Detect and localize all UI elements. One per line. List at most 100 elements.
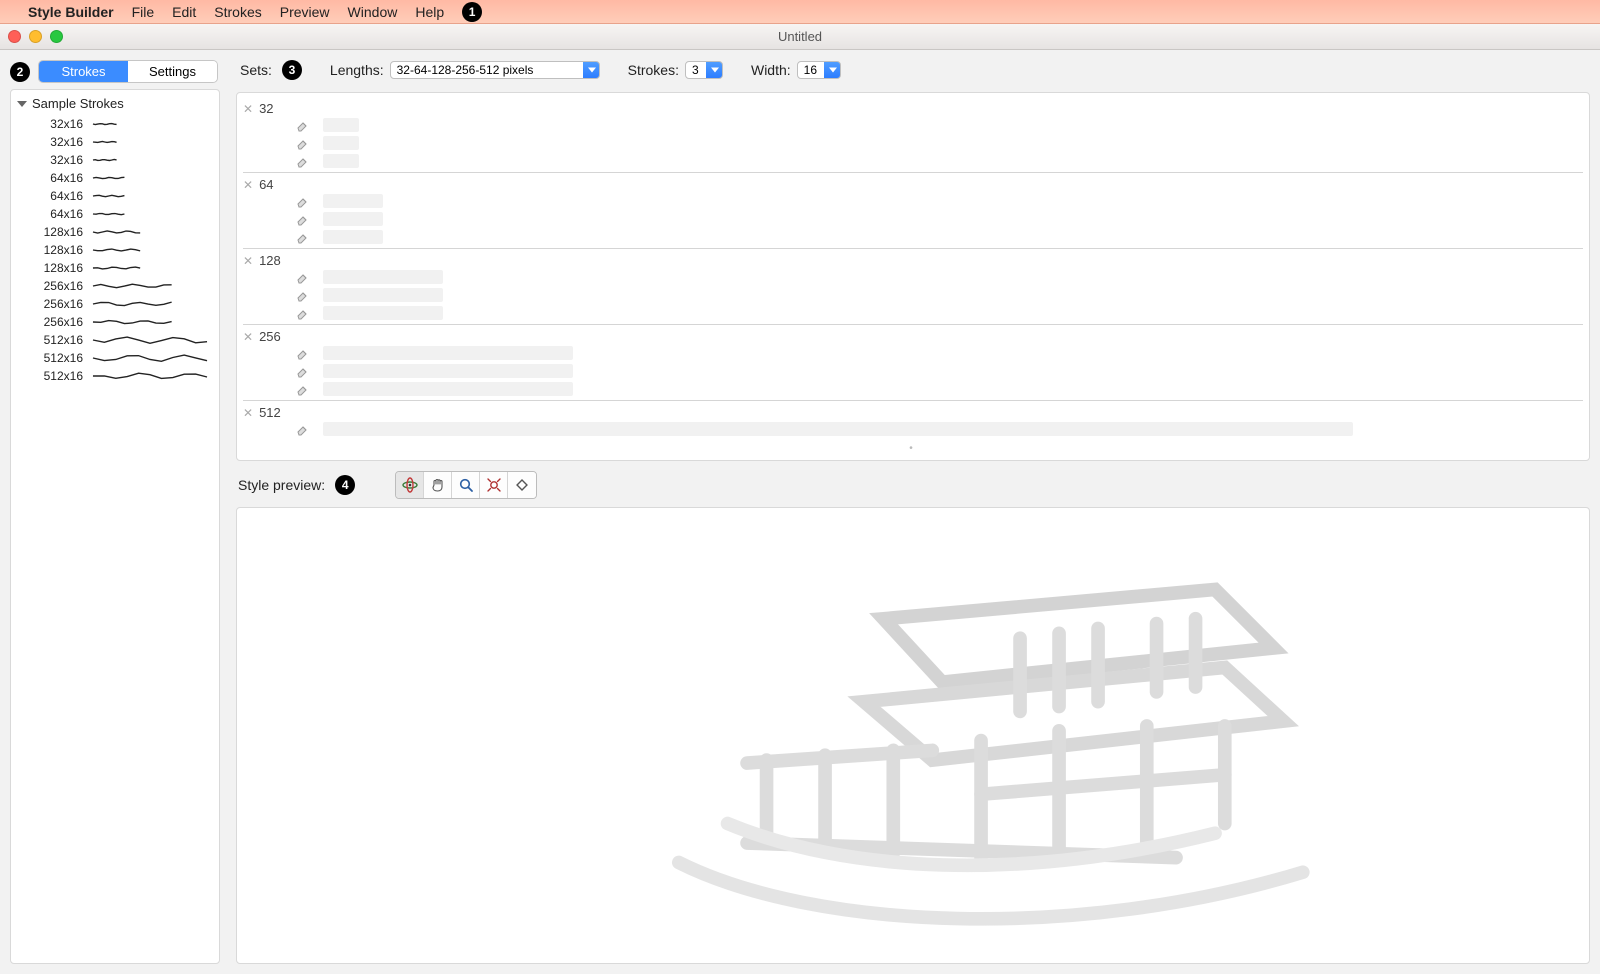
stroke-list-item[interactable]: 512x16 [15,349,215,367]
menu-file[interactable]: File [132,4,155,20]
stroke-group-title: Sample Strokes [32,96,124,111]
remove-set-button[interactable]: ✕ [243,406,253,420]
stroke-thumbnail [91,172,209,184]
callout-4: 4 [335,475,355,495]
stroke-slot[interactable] [323,230,383,244]
sidebar: 2 Strokes Settings Sample Strokes 32x16 3… [0,50,230,974]
eraser-icon [295,194,309,208]
callout-2: 2 [10,62,30,82]
stroke-thumbnail [91,298,209,310]
menu-preview[interactable]: Preview [280,4,330,20]
menu-strokes[interactable]: Strokes [214,4,261,20]
stroke-list-item[interactable]: 64x16 [15,187,215,205]
stroke-dimensions: 128x16 [37,225,83,239]
tab-settings[interactable]: Settings [128,61,217,82]
lengths-select[interactable]: 32-64-128-256-512 pixels [390,61,600,79]
stroke-slot[interactable] [323,346,573,360]
remove-set-button[interactable]: ✕ [243,330,253,344]
preview-canvas[interactable] [236,507,1590,964]
eraser-icon [295,118,309,132]
menubar-app-name[interactable]: Style Builder [28,4,114,20]
stroke-list-item[interactable]: 512x16 [15,331,215,349]
stroke-list[interactable]: Sample Strokes 32x16 32x16 32x16 64x16 64x16… [10,89,220,964]
undo-view-tool-button[interactable] [508,472,536,498]
remove-set-button[interactable]: ✕ [243,254,253,268]
preview-label: Style preview: [238,477,325,493]
strokes-label: Strokes: [628,62,679,78]
stroke-slot[interactable] [323,154,359,168]
stroke-dimensions: 64x16 [37,189,83,203]
menu-edit[interactable]: Edit [172,4,196,20]
hand-icon [429,476,447,494]
stroke-thumbnail [91,370,209,382]
window-title: Untitled [0,29,1600,44]
stroke-list-item[interactable]: 128x16 [15,223,215,241]
stroke-slot[interactable] [323,136,359,150]
strokes-select[interactable]: 3 [685,61,723,79]
stroke-thumbnail [91,352,209,364]
zoom-extents-icon [485,476,503,494]
stroke-slot[interactable] [323,270,443,284]
set-length-label: 32 [259,101,273,116]
stroke-thumbnail [91,280,209,292]
stroke-set: ✕ 256 [243,324,1583,400]
stroke-list-item[interactable]: 256x16 [15,295,215,313]
orbit-tool-button[interactable] [396,472,424,498]
set-length-label: 256 [259,329,281,344]
stroke-list-item[interactable]: 128x16 [15,259,215,277]
stroke-list-item[interactable]: 32x16 [15,133,215,151]
stroke-list-item[interactable]: 512x16 [15,367,215,385]
stroke-slot[interactable] [323,306,443,320]
zoom-tool-button[interactable] [452,472,480,498]
stroke-dimensions: 128x16 [37,243,83,257]
stroke-slot[interactable] [323,288,443,302]
stroke-list-item[interactable]: 256x16 [15,277,215,295]
stroke-slot[interactable] [323,364,573,378]
stroke-thumbnail [91,226,209,238]
set-length-label: 64 [259,177,273,192]
stroke-dimensions: 64x16 [37,207,83,221]
stroke-slot[interactable] [323,118,359,132]
stroke-slot-row [243,380,1583,398]
tab-strokes[interactable]: Strokes [39,61,128,82]
stroke-dimensions: 32x16 [37,135,83,149]
mac-menubar: Style Builder File Edit Strokes Preview … [0,0,1600,24]
stroke-set: ✕ 32 [243,97,1583,172]
lengths-label: Lengths: [330,62,384,78]
stroke-set: ✕512 [243,400,1583,440]
menu-help[interactable]: Help [415,4,444,20]
stroke-list-item[interactable]: 32x16 [15,115,215,133]
stroke-set: ✕128 [243,248,1583,324]
stroke-slot[interactable] [323,382,573,396]
stroke-slot-row [243,116,1583,134]
zoom-extents-tool-button[interactable] [480,472,508,498]
stroke-dimensions: 256x16 [37,279,83,293]
stroke-thumbnail [91,136,209,148]
callout-1: 1 [462,2,482,22]
eraser-icon [295,270,309,284]
stroke-list-item[interactable]: 256x16 [15,313,215,331]
stroke-list-item[interactable]: 64x16 [15,169,215,187]
stroke-dimensions: 128x16 [37,261,83,275]
pan-tool-button[interactable] [424,472,452,498]
eraser-icon [295,364,309,378]
stroke-dimensions: 32x16 [37,153,83,167]
diamond-icon [513,476,531,494]
sets-overflow-indicator: • [243,440,1583,454]
stroke-list-item[interactable]: 32x16 [15,151,215,169]
stroke-list-item[interactable]: 128x16 [15,241,215,259]
remove-set-button[interactable]: ✕ [243,102,253,116]
stroke-thumbnail [91,154,209,166]
stroke-thumbnail [91,244,209,256]
stroke-slot[interactable] [323,422,1353,436]
width-select[interactable]: 16 [797,61,841,79]
stroke-group-header[interactable]: Sample Strokes [15,94,215,115]
eraser-icon [295,306,309,320]
eraser-icon [295,154,309,168]
stroke-slot[interactable] [323,194,383,208]
menu-window[interactable]: Window [348,4,398,20]
stroke-slot[interactable] [323,212,383,226]
remove-set-button[interactable]: ✕ [243,178,253,192]
stroke-dimensions: 512x16 [37,369,83,383]
stroke-list-item[interactable]: 64x16 [15,205,215,223]
